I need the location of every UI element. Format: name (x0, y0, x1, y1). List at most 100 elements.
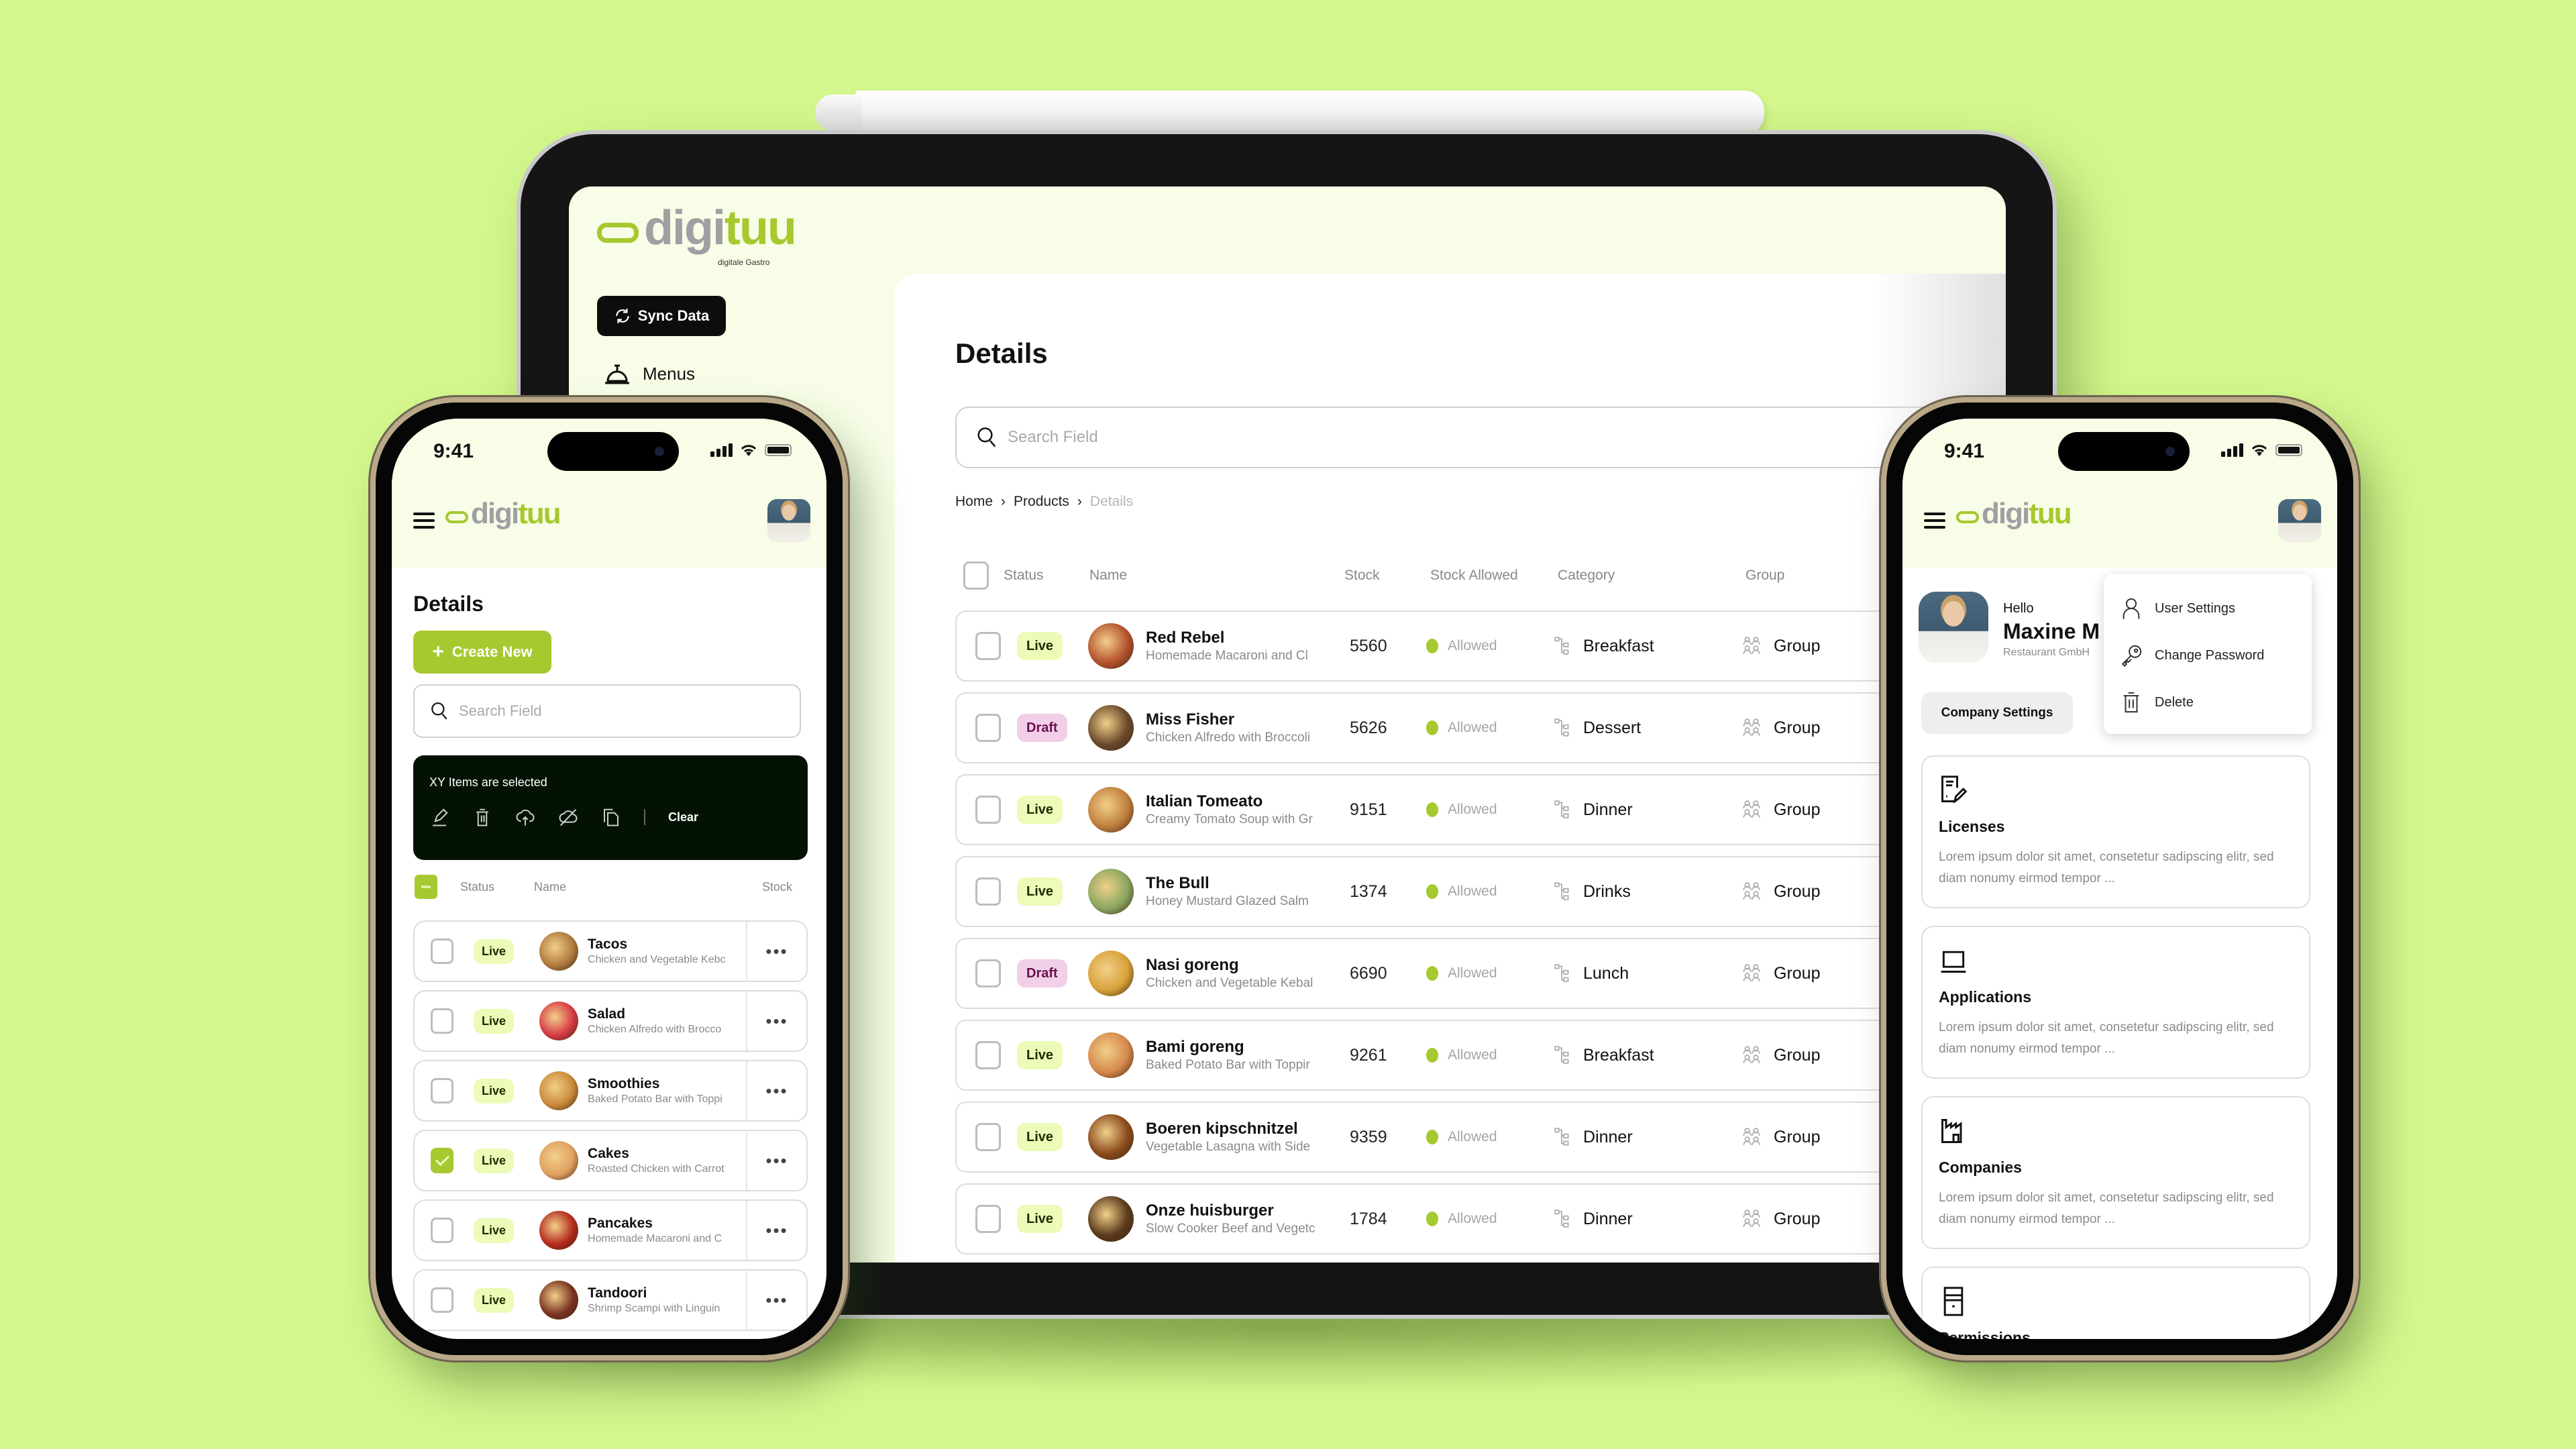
category-cell: Dinner (1554, 800, 1741, 820)
more-options-icon[interactable]: ••• (746, 1271, 806, 1330)
row-checkbox[interactable] (975, 877, 1001, 906)
table-row[interactable]: Live Onze huisburger Slow Cooker Beef an… (955, 1183, 2006, 1254)
row-checkbox[interactable] (431, 1287, 453, 1313)
user-avatar[interactable] (2278, 499, 2321, 542)
list-item[interactable]: Live Smoothies Baked Potato Bar with Top… (413, 1060, 808, 1122)
group-cell: Group (1741, 1127, 1820, 1147)
product-image (1088, 787, 1134, 833)
more-options-icon[interactable]: ••• (746, 991, 806, 1051)
table-row[interactable]: Live The Bull Honey Mustard Glazed Salm … (955, 856, 2006, 927)
column-header-name[interactable]: Name (534, 880, 762, 894)
more-options-icon[interactable]: ••• (746, 922, 806, 981)
search-input[interactable]: Search Field (955, 407, 2006, 468)
breadcrumb-home[interactable]: Home (955, 494, 993, 510)
more-options-icon[interactable]: ••• (746, 1201, 806, 1260)
row-checkbox[interactable] (975, 1123, 1001, 1151)
column-header-stock[interactable]: Stock (762, 880, 792, 894)
category-cell: Breakfast (1554, 636, 1741, 656)
row-checkbox[interactable] (431, 938, 453, 964)
product-image (539, 1071, 579, 1110)
list-item[interactable]: Live Cakes Roasted Chicken with Carrot •… (413, 1130, 808, 1191)
logo-text-digi: digi (644, 201, 726, 255)
product-description: Homemade Macaroni and C (588, 1233, 722, 1244)
copy-icon[interactable] (601, 807, 621, 827)
select-all-checkbox[interactable] (415, 875, 437, 899)
table-row[interactable]: Live Boeren kipschnitzel Vegetable Lasag… (955, 1102, 2006, 1173)
status-badge: Live (1017, 1040, 1063, 1069)
sync-data-button[interactable]: Sync Data (597, 296, 726, 336)
upload-cloud-icon[interactable] (515, 807, 535, 827)
product-image (1088, 951, 1134, 996)
column-header-status[interactable]: Status (460, 880, 534, 894)
list-item[interactable]: Live Tandoori Shrimp Scampi with Linguin… (413, 1269, 808, 1331)
row-checkbox[interactable] (975, 959, 1001, 987)
create-new-button[interactable]: + Create New (413, 631, 551, 674)
status-dot-icon (1426, 884, 1438, 899)
table-row[interactable]: Draft Nasi goreng Chicken and Vegetable … (955, 938, 2006, 1009)
more-options-icon[interactable]: ••• (746, 1131, 806, 1190)
phone-right-screen: 9:41 digi tuu Hello Maxine M Restaurant G… (1902, 419, 2337, 1339)
list-item[interactable]: Live Pancakes Homemade Macaroni and C ••… (413, 1199, 808, 1261)
list-item[interactable]: Live Tacos Chicken and Vegetable Kebc ••… (413, 920, 808, 982)
license-icon (1941, 775, 1968, 804)
column-header-status[interactable]: Status (1004, 568, 1089, 584)
trash-icon[interactable] (472, 807, 492, 827)
table-row[interactable]: Draft Miss Fisher Chicken Alfredo with B… (955, 692, 2006, 763)
table-row[interactable]: Live Red Rebel Homemade Macaroni and Cl … (955, 610, 2006, 682)
table-row[interactable]: Live Italian Tomeato Creamy Tomato Soup … (955, 774, 2006, 845)
product-description: Chicken Alfredo with Brocco (588, 1024, 722, 1035)
brand-logo[interactable]: digi tuu digitale Gastro (597, 201, 797, 267)
column-header-name[interactable]: Name (1089, 568, 1344, 584)
row-checkbox[interactable] (431, 1148, 453, 1173)
more-options-icon[interactable]: ••• (746, 1061, 806, 1120)
row-checkbox[interactable] (431, 1218, 453, 1243)
column-header-category[interactable]: Category (1558, 568, 1746, 584)
product-name: The Bull (1146, 874, 1210, 892)
category-cell: Dessert (1554, 718, 1741, 738)
menu-icon[interactable] (1924, 513, 1945, 533)
card-companies[interactable]: Companies Lorem ipsum dolor sit amet, co… (1921, 1096, 2310, 1249)
row-checkbox[interactable] (975, 1205, 1001, 1233)
card-permissions[interactable]: Permissions (1921, 1267, 2310, 1339)
company-settings-button[interactable]: Company Settings (1921, 692, 2073, 734)
product-name: Tandoori (588, 1285, 647, 1301)
row-checkbox[interactable] (431, 1078, 453, 1104)
menu-item-delete[interactable]: Delete (2120, 679, 2296, 726)
column-header-group[interactable]: Group (1746, 568, 1784, 584)
row-checkbox[interactable] (975, 796, 1001, 824)
logo-text-tuu: tuu (518, 497, 561, 530)
row-checkbox[interactable] (431, 1008, 453, 1034)
card-licenses[interactable]: Licenses Lorem ipsum dolor sit amet, con… (1921, 755, 2310, 908)
brand-logo[interactable]: digi tuu (445, 497, 561, 530)
menu-icon[interactable] (413, 513, 435, 533)
brand-logo[interactable]: digi tuu (1956, 499, 2072, 529)
product-name-cell: Italian Tomeato Creamy Tomato Soup with … (1146, 792, 1340, 827)
category-cell: Drinks (1554, 881, 1741, 902)
status-badge: Draft (1017, 959, 1067, 987)
sidebar-item-menus[interactable]: Menus (604, 362, 695, 385)
column-header-stock-allowed[interactable]: Stock Allowed (1430, 568, 1558, 584)
list-item[interactable]: Live Salad Chicken Alfredo with Brocco •… (413, 990, 808, 1052)
edit-icon[interactable] (429, 807, 449, 827)
clear-selection-button[interactable]: Clear (668, 810, 698, 824)
table-row[interactable]: Live Bami goreng Baked Potato Bar with T… (955, 1020, 2006, 1091)
search-input[interactable]: Search Field (413, 684, 801, 738)
row-checkbox[interactable] (975, 632, 1001, 660)
battery-icon (2275, 444, 2302, 456)
category-label: Breakfast (1583, 636, 1654, 655)
stock-value: 5560 (1350, 636, 1387, 655)
product-description: Slow Cooker Beef and Vegetc (1146, 1222, 1316, 1236)
product-description: Shrimp Scampi with Linguin (588, 1303, 720, 1314)
column-header-stock[interactable]: Stock (1344, 568, 1430, 584)
settings-cards: Licenses Lorem ipsum dolor sit amet, con… (1921, 755, 2310, 1339)
row-checkbox[interactable] (975, 1041, 1001, 1069)
menu-item-change-password[interactable]: Change Password (2120, 632, 2296, 679)
menu-item-user-settings[interactable]: User Settings (2120, 585, 2296, 632)
product-name-cell: Cakes Roasted Chicken with Carrot (588, 1146, 742, 1175)
row-checkbox[interactable] (975, 714, 1001, 742)
user-avatar[interactable] (767, 499, 810, 542)
select-all-checkbox[interactable] (963, 561, 989, 590)
cloud-off-icon[interactable] (558, 807, 578, 827)
breadcrumb-products[interactable]: Products (1014, 494, 1069, 510)
card-applications[interactable]: Applications Lorem ipsum dolor sit amet,… (1921, 926, 2310, 1079)
